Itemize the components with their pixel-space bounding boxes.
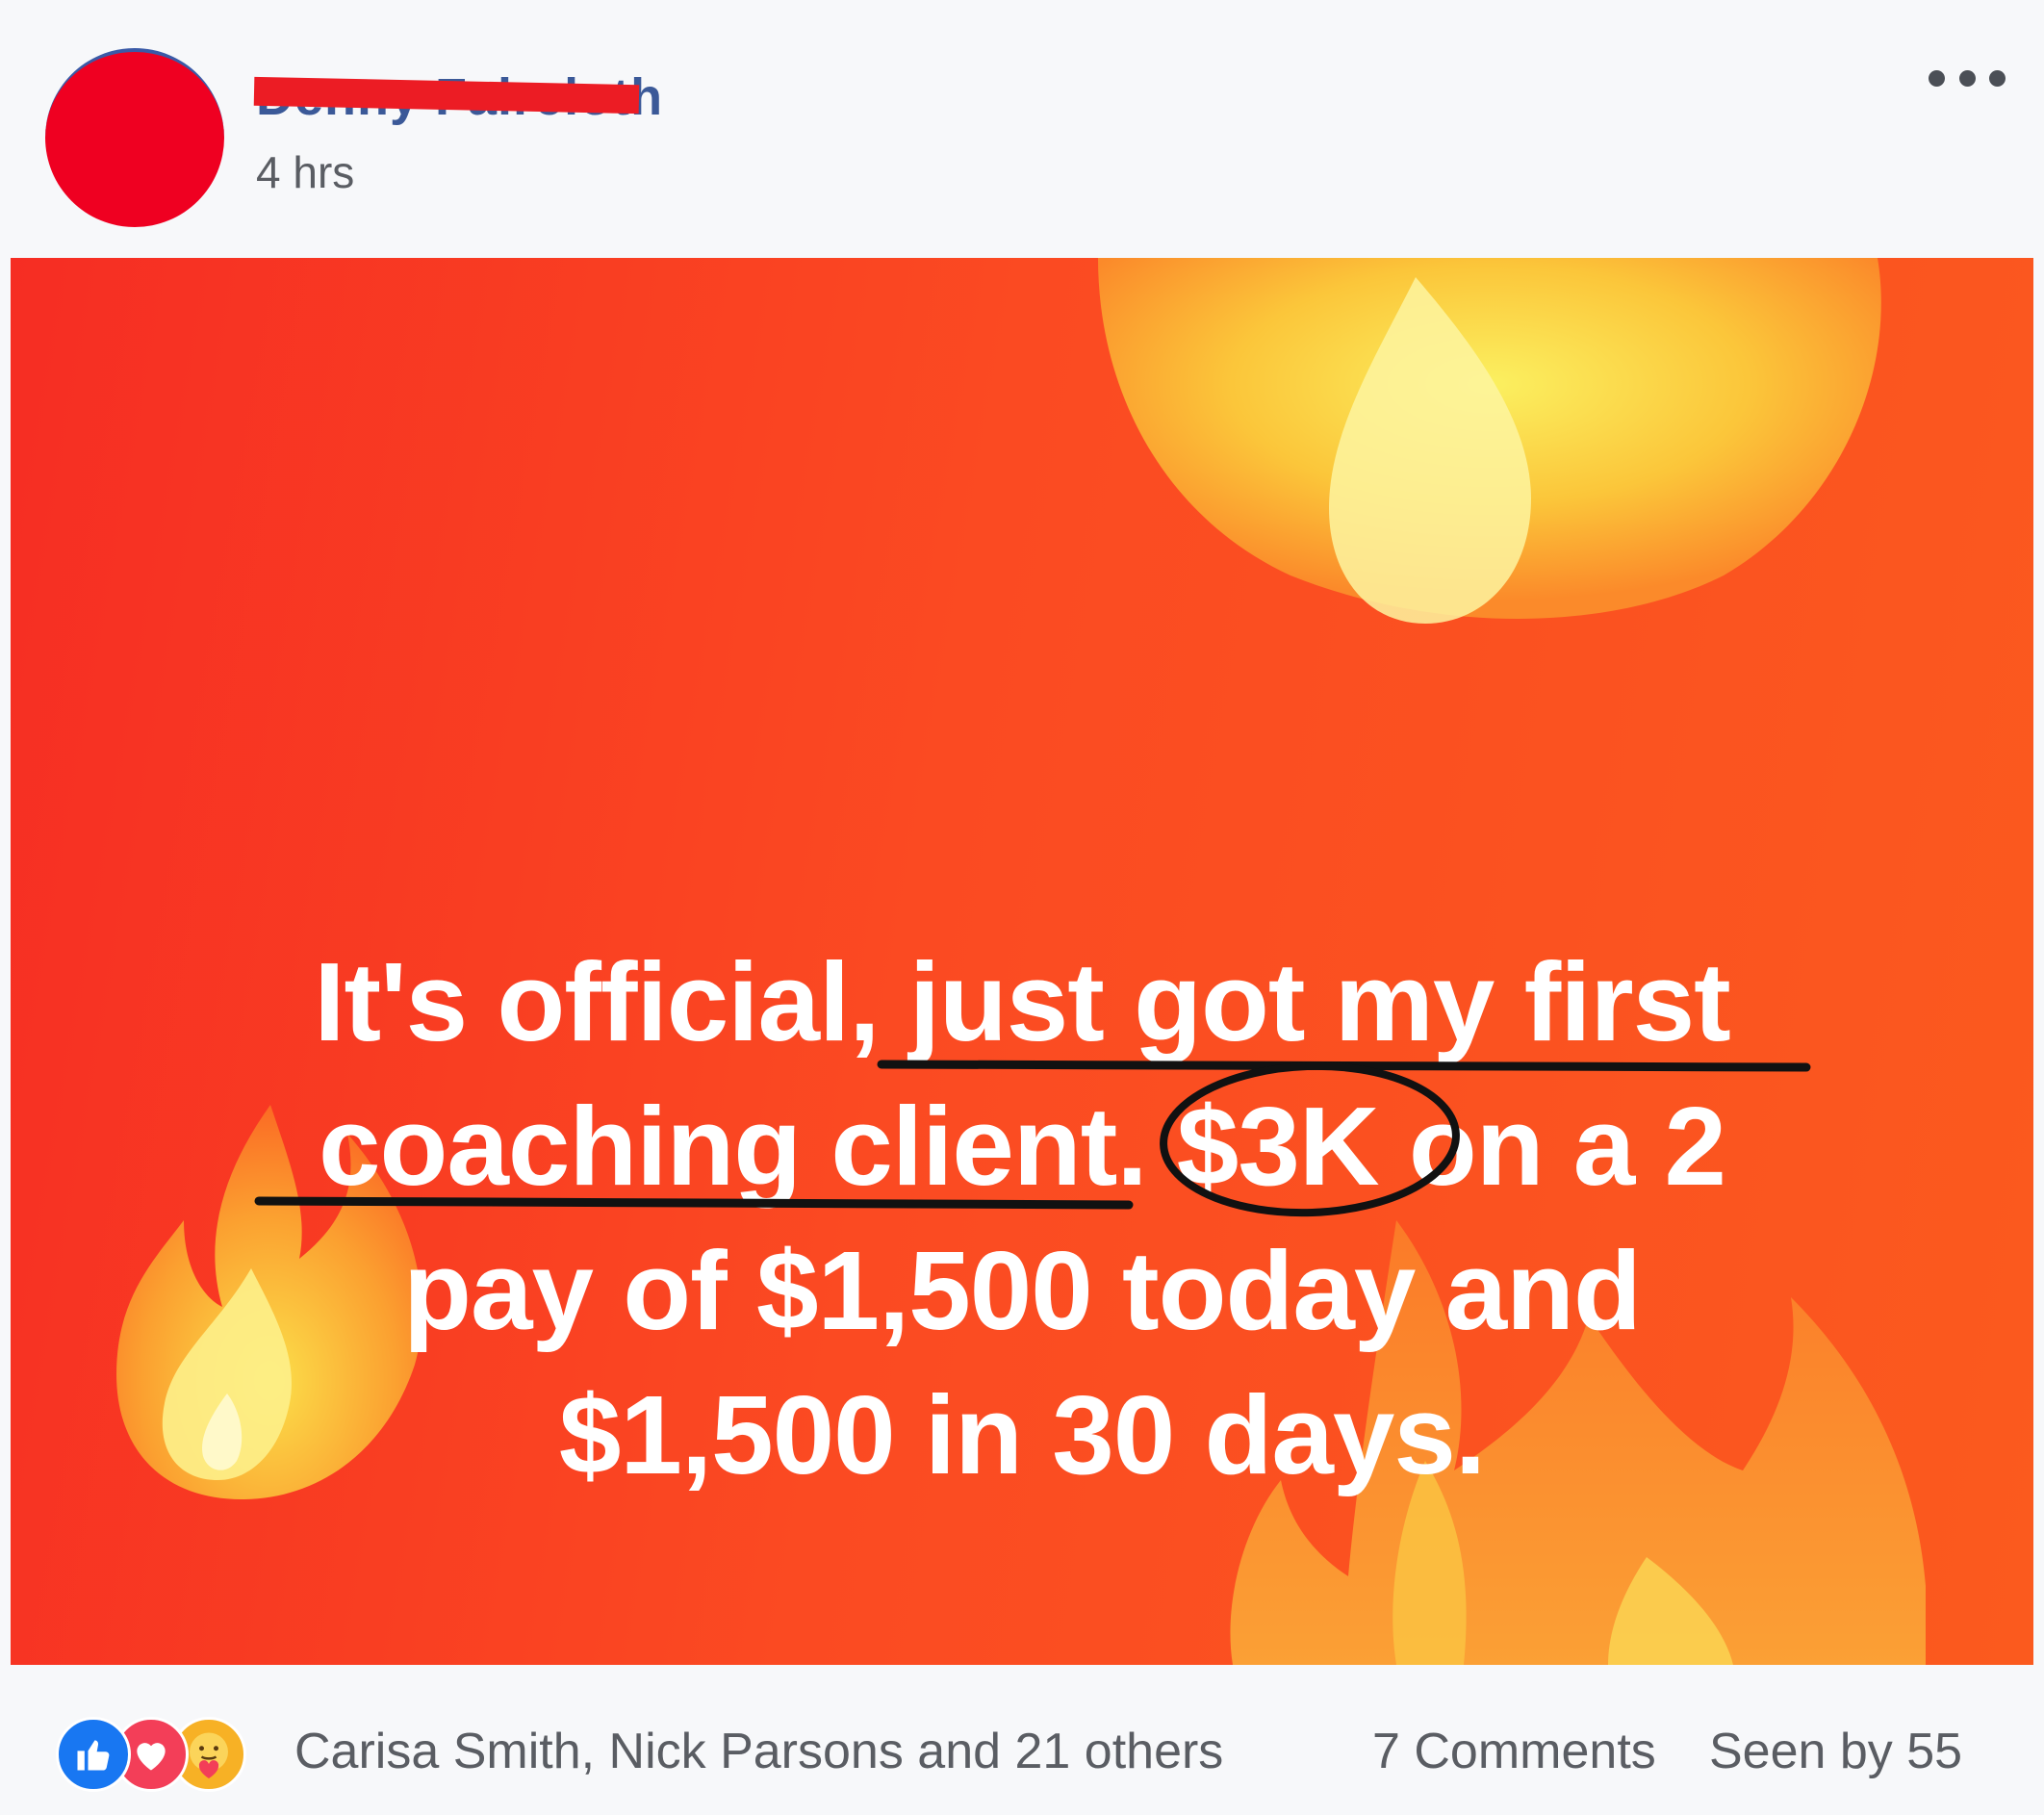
circle-mark: [1160, 1061, 1460, 1217]
comments-count[interactable]: 7 Comments: [1372, 1723, 1656, 1780]
facebook-post: Denny Faircloth 4 hrs: [0, 0, 2044, 1815]
reaction-names[interactable]: Carisa Smith, Nick Parsons and 21 others: [294, 1723, 1223, 1780]
reaction-icons[interactable]: [56, 1717, 283, 1792]
more-options-icon[interactable]: [1929, 64, 2006, 92]
top-flame-icon: [1098, 258, 1881, 624]
post-image[interactable]: It's official, just got my first coachin…: [11, 258, 2033, 1665]
underline-mark: [254, 1196, 1134, 1210]
dot: [1958, 69, 1976, 87]
dot: [1989, 69, 2006, 87]
post-timestamp[interactable]: 4 hrs: [256, 146, 354, 198]
like-icon: [56, 1717, 131, 1792]
avatar[interactable]: [45, 48, 224, 227]
hand-drawn-annotations: [254, 1060, 1811, 1217]
dot: [1929, 69, 1945, 87]
post-caption: It's official, just got my first coachin…: [11, 930, 2033, 1507]
seen-by[interactable]: Seen by 55: [1709, 1723, 1962, 1780]
post-footer: Carisa Smith, Nick Parsons and 21 others…: [0, 1665, 2044, 1815]
